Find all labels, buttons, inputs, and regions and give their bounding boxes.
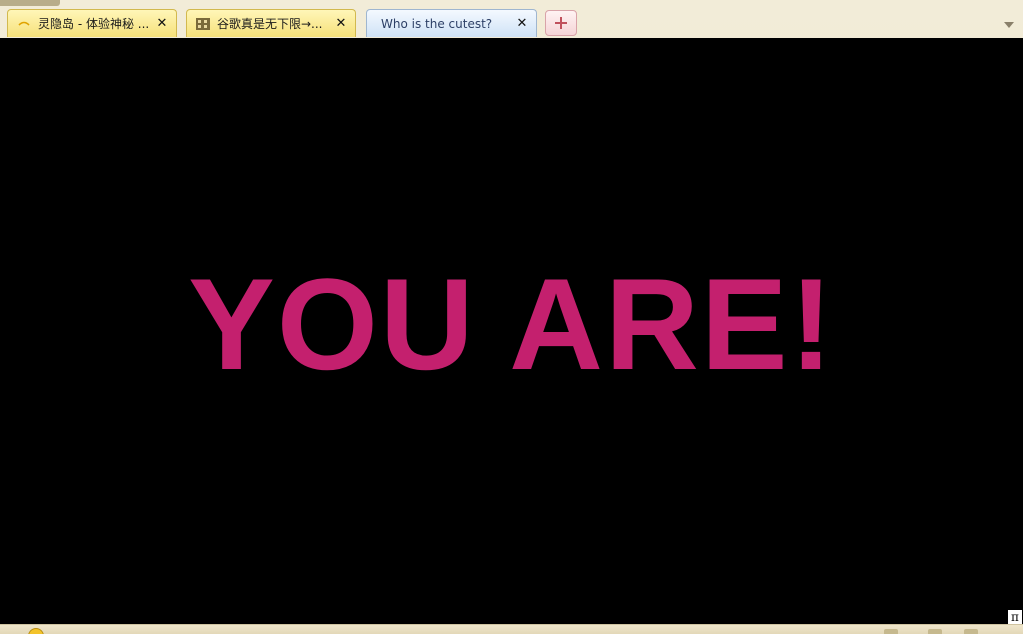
tab-title: 谷歌真是无下限→... [217,17,323,31]
chevron-down-icon [1004,22,1014,28]
tab-title: 灵隐岛 - 体验神秘 ... [38,17,150,31]
browser-window: 灵隐岛 - 体验神秘 ... ✕ 谷歌真是无下限→... ✕ Who is th… [0,0,1023,634]
tab-close-button[interactable]: ✕ [335,16,347,31]
status-bar [0,624,1023,634]
film-icon [195,17,211,31]
status-smiley-icon[interactable] [28,628,44,634]
plus-icon [555,17,567,29]
tab-close-button[interactable]: ✕ [156,16,168,31]
page-content: YOU ARE! π [0,38,1023,624]
headline: YOU ARE! [188,251,835,397]
tab-who-is-the-cutest[interactable]: Who is the cutest? ✕ [366,9,537,37]
new-tab-button[interactable] [545,10,577,36]
moon-icon [16,17,32,31]
tab-linyin-island[interactable]: 灵隐岛 - 体验神秘 ... ✕ [7,9,177,37]
status-sound-icon[interactable] [928,629,942,634]
tab-list-menu-button[interactable] [1003,15,1015,28]
tab-close-button[interactable]: ✕ [516,16,528,31]
tab-title: Who is the cutest? [381,16,493,31]
tab-google[interactable]: 谷歌真是无下限→... ✕ [186,9,356,37]
tab-bar: 灵隐岛 - 体验神秘 ... ✕ 谷歌真是无下限→... ✕ Who is th… [0,0,1023,38]
pi-badge[interactable]: π [1008,610,1022,624]
status-page-icon[interactable] [884,629,898,634]
status-zoom-icon[interactable] [964,629,978,634]
